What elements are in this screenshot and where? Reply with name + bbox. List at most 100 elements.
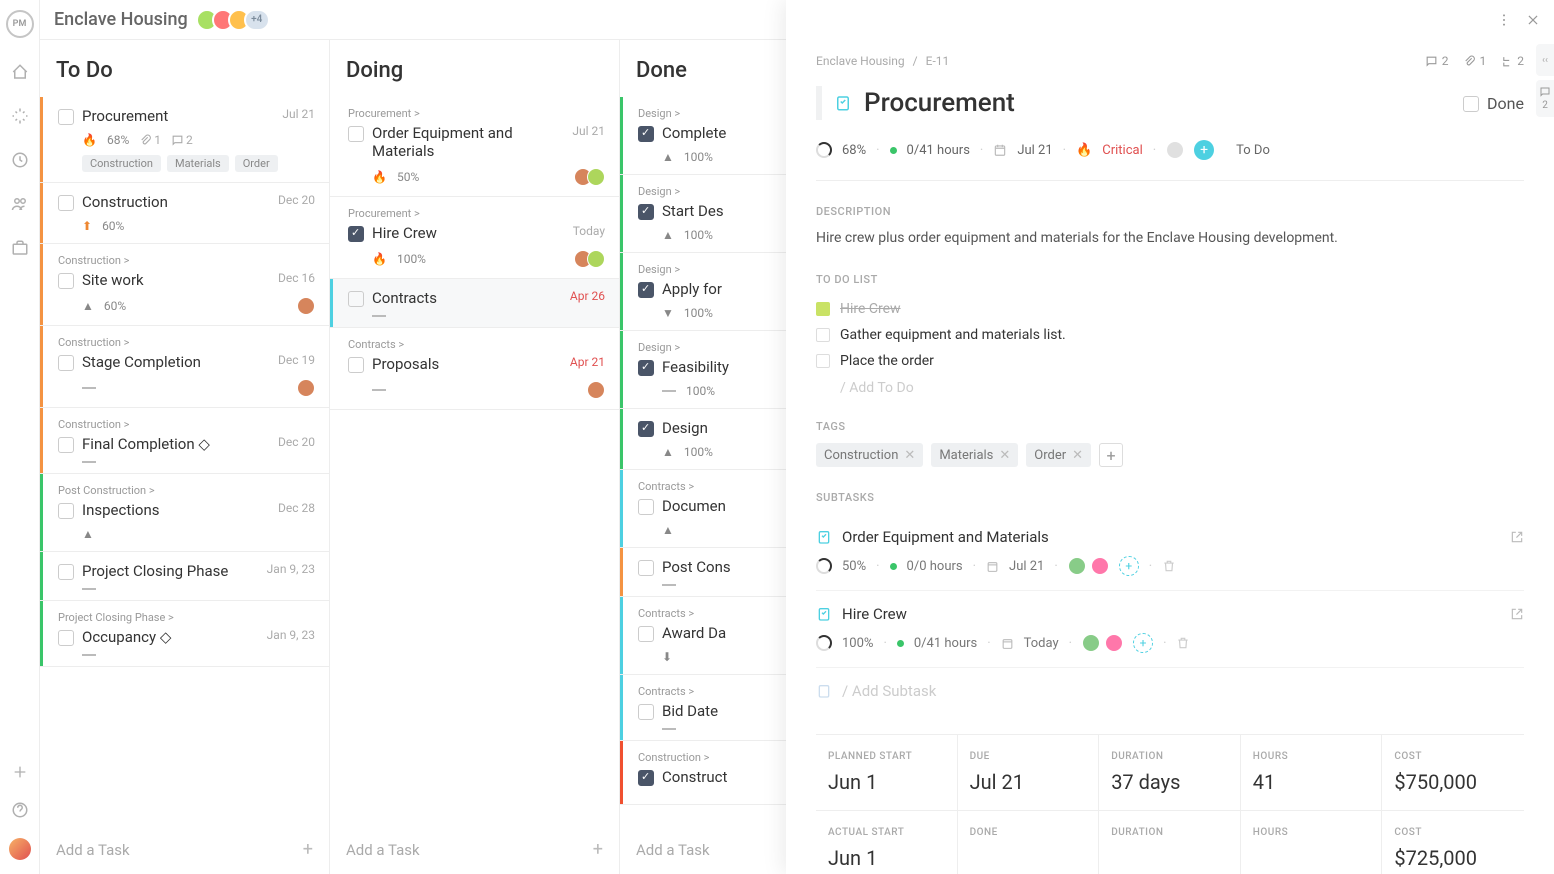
open-subtask-icon[interactable] [1510,607,1524,621]
add-todo-input[interactable]: / Add To Do [816,374,1524,396]
add-subtask-input[interactable]: / Add Subtask [816,668,1524,714]
card-checkbox[interactable] [638,126,654,142]
sparkle-icon[interactable] [10,106,30,126]
card-checkbox[interactable] [58,109,74,125]
tag-add-button[interactable]: + [1099,443,1123,467]
task-card[interactable]: Project Closing Phase Jan 9, 23 [40,552,329,601]
delete-icon[interactable] [1176,636,1190,650]
stat-cell[interactable]: HOURS41 [1241,734,1383,810]
task-card[interactable]: Construction Dec 20 ⬆ 60% [40,183,329,244]
tag[interactable]: Order [235,155,278,172]
card-checkbox[interactable] [638,626,654,642]
task-title[interactable]: Procurement [864,88,1015,118]
task-card[interactable]: Contracts > Proposals Apr 21 [330,328,619,410]
status-text[interactable]: To Do [1236,143,1270,158]
card-checkbox[interactable] [638,704,654,720]
open-subtask-icon[interactable] [1510,530,1524,544]
home-icon[interactable] [10,62,30,82]
card-checkbox[interactable] [58,195,74,211]
card-avatars[interactable] [302,297,315,315]
subtask-avatar[interactable] [1068,557,1086,575]
subtask-item[interactable]: Order Equipment and Materials 50%· 0/0 h… [816,514,1524,591]
description-text[interactable]: Hire crew plus order equipment and mater… [816,228,1524,249]
task-card[interactable]: Procurement Jul 21 🔥 68% 1 2 Constructio… [40,97,329,183]
card-checkbox[interactable] [58,355,74,371]
todo-checkbox[interactable] [816,354,830,368]
card-avatars[interactable] [579,168,605,186]
card-checkbox[interactable] [638,560,654,576]
card-checkbox[interactable] [348,126,364,142]
todo-checkbox[interactable] [816,328,830,342]
done-checkbox[interactable] [1463,96,1479,112]
stat-cell[interactable]: COST$750,000 [1382,734,1524,810]
tag-remove-icon[interactable]: ✕ [999,448,1010,463]
card-checkbox[interactable] [58,273,74,289]
task-card[interactable]: Post Construction > Inspections Dec 28 ▲ [40,474,329,552]
more-icon[interactable] [1496,12,1512,28]
stat-cell[interactable]: PLANNED STARTJun 1 [816,734,958,810]
tag-chip[interactable]: Construction✕ [816,443,923,467]
add-assignee-button[interactable]: + [1194,140,1214,160]
card-avatars[interactable] [592,381,605,399]
card-checkbox[interactable] [58,437,74,453]
delete-icon[interactable] [1162,559,1176,573]
app-logo[interactable]: PM [6,10,34,38]
subtask-avatar[interactable] [1091,557,1109,575]
stat-cell[interactable]: HOURS [1241,810,1383,874]
hours-text[interactable]: 0/41 hours [907,143,970,158]
card-checkbox[interactable] [58,630,74,646]
member-avatars[interactable]: +4 [202,9,270,31]
task-card[interactable]: Contracts Apr 26 [330,279,619,328]
people-icon[interactable] [10,194,30,214]
card-checkbox[interactable] [348,226,364,242]
card-avatars[interactable] [302,379,315,397]
card-checkbox[interactable] [638,282,654,298]
todo-item[interactable]: Place the order [816,348,1524,374]
plus-icon[interactable] [10,762,30,782]
task-card[interactable]: Procurement > Order Equipment and Materi… [330,97,619,197]
add-task-button[interactable]: Add a Task+ [40,825,329,874]
card-avatars[interactable] [579,250,605,268]
due-date[interactable]: Jul 21 [1017,143,1052,158]
task-card[interactable]: Construction > Site work Dec 16 ▲ 60% [40,244,329,326]
comment-count[interactable]: 2 [1425,54,1449,68]
stat-cell[interactable]: DONE [958,810,1100,874]
subtask-item[interactable]: Hire Crew 100%· 0/41 hours· Today· +· [816,591,1524,668]
tag-remove-icon[interactable]: ✕ [904,448,915,463]
add-assignee-button[interactable]: + [1133,633,1153,653]
bc-project[interactable]: Enclave Housing [816,54,905,68]
bc-task-id[interactable]: E-11 [926,54,950,68]
card-checkbox[interactable] [348,357,364,373]
attachment-count[interactable]: 1 [1463,54,1487,68]
briefcase-icon[interactable] [10,238,30,258]
tag[interactable]: Construction [82,155,161,172]
priority-label[interactable]: Critical [1102,143,1142,158]
help-icon[interactable] [10,800,30,820]
card-checkbox[interactable] [58,564,74,580]
stat-cell[interactable]: ACTUAL STARTJun 1 [816,810,958,874]
card-checkbox[interactable] [638,360,654,376]
card-checkbox[interactable] [638,499,654,515]
tag-chip[interactable]: Order✕ [1026,443,1091,467]
tag-chip[interactable]: Materials✕ [931,443,1018,467]
subtask-avatar[interactable] [1082,634,1100,652]
add-assignee-button[interactable]: + [1119,556,1139,576]
subtask-avatar[interactable] [1105,634,1123,652]
card-checkbox[interactable] [638,770,654,786]
tag-remove-icon[interactable]: ✕ [1072,448,1083,463]
card-checkbox[interactable] [348,291,364,307]
stat-cell[interactable]: DURATION [1099,810,1241,874]
collapse-handle-icon[interactable]: ‹‹ [1536,44,1554,76]
stat-cell[interactable]: DURATION37 days [1099,734,1241,810]
card-checkbox[interactable] [638,204,654,220]
tag[interactable]: Materials [167,155,229,172]
task-card[interactable]: Project Closing Phase > Occupancy ◇ Jan … [40,601,329,667]
card-checkbox[interactable] [638,421,654,437]
done-toggle[interactable]: Done [1463,94,1524,113]
clock-icon[interactable] [10,150,30,170]
todo-item[interactable]: Hire Crew [816,296,1524,322]
user-avatar[interactable] [9,838,31,860]
avatar-overflow[interactable]: +4 [244,9,270,31]
close-icon[interactable] [1526,13,1540,27]
stat-cell[interactable]: COST$725,000 [1382,810,1524,874]
